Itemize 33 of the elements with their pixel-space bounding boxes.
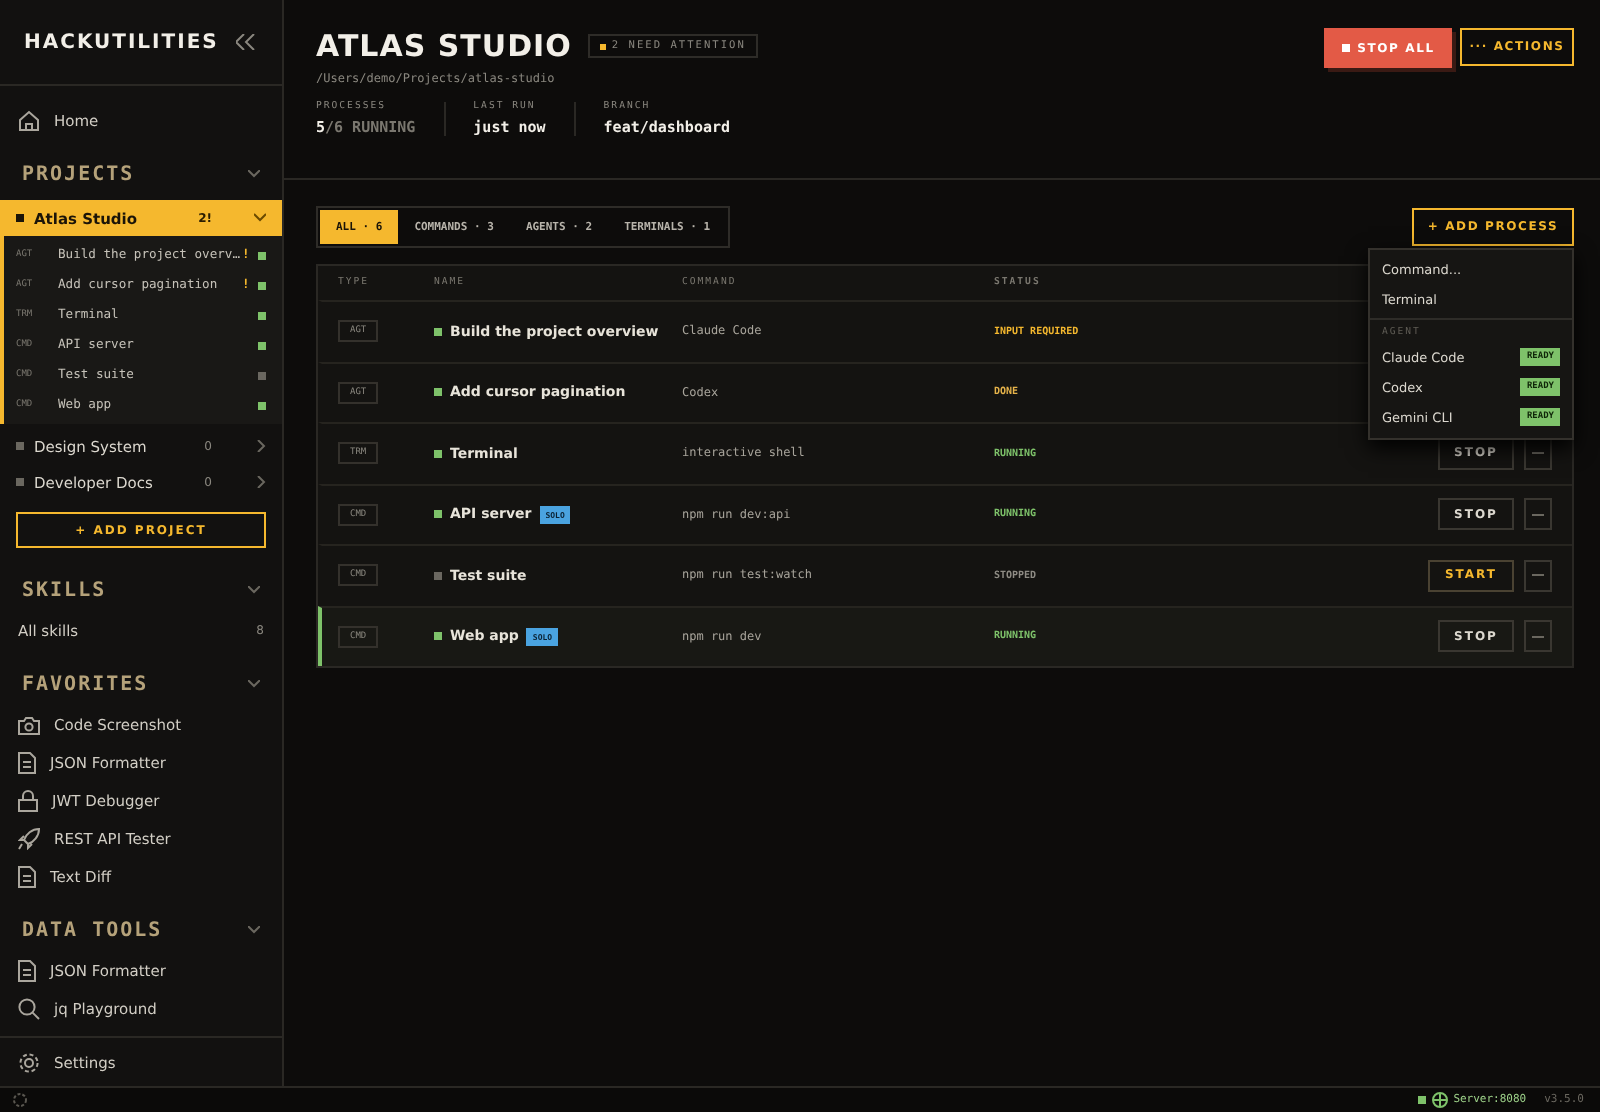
document-icon [18, 866, 36, 888]
rocket-icon [18, 828, 40, 850]
document-icon [18, 752, 36, 774]
section-title: FAVORITES [22, 673, 149, 695]
lock-icon [18, 790, 38, 812]
home-icon [18, 110, 40, 132]
more-button[interactable] [1524, 620, 1552, 653]
more-button[interactable] [1524, 437, 1552, 470]
collapse-icon[interactable] [236, 34, 256, 50]
brand-title: HACKUTILITIES [24, 31, 219, 53]
chevron-icon[interactable] [248, 926, 260, 934]
minus-icon [1532, 574, 1544, 577]
chevron-icon[interactable] [248, 680, 260, 688]
camera-icon [18, 715, 40, 735]
chevron-icon[interactable] [254, 440, 266, 452]
chevron-icon[interactable] [248, 170, 260, 178]
settings-icon[interactable] [12, 1092, 28, 1108]
search-icon [18, 998, 40, 1020]
minus-icon [1532, 513, 1544, 516]
chevron-icon[interactable] [254, 212, 266, 224]
more-button[interactable] [1524, 559, 1552, 592]
chevron-icon[interactable] [254, 476, 266, 488]
section-title: DATA TOOLS [22, 919, 163, 941]
settings-icon [18, 1051, 40, 1073]
project-title: ATLAS STUDIO [316, 28, 572, 64]
chevron-icon[interactable] [248, 586, 260, 594]
minus-icon [1532, 635, 1544, 638]
globe-icon [1431, 1092, 1448, 1108]
minus-icon [1532, 452, 1544, 455]
section-title: SKILLS [22, 579, 107, 601]
more-button[interactable] [1524, 498, 1552, 531]
document-icon [18, 960, 36, 982]
section-title: PROJECTS [22, 163, 135, 185]
